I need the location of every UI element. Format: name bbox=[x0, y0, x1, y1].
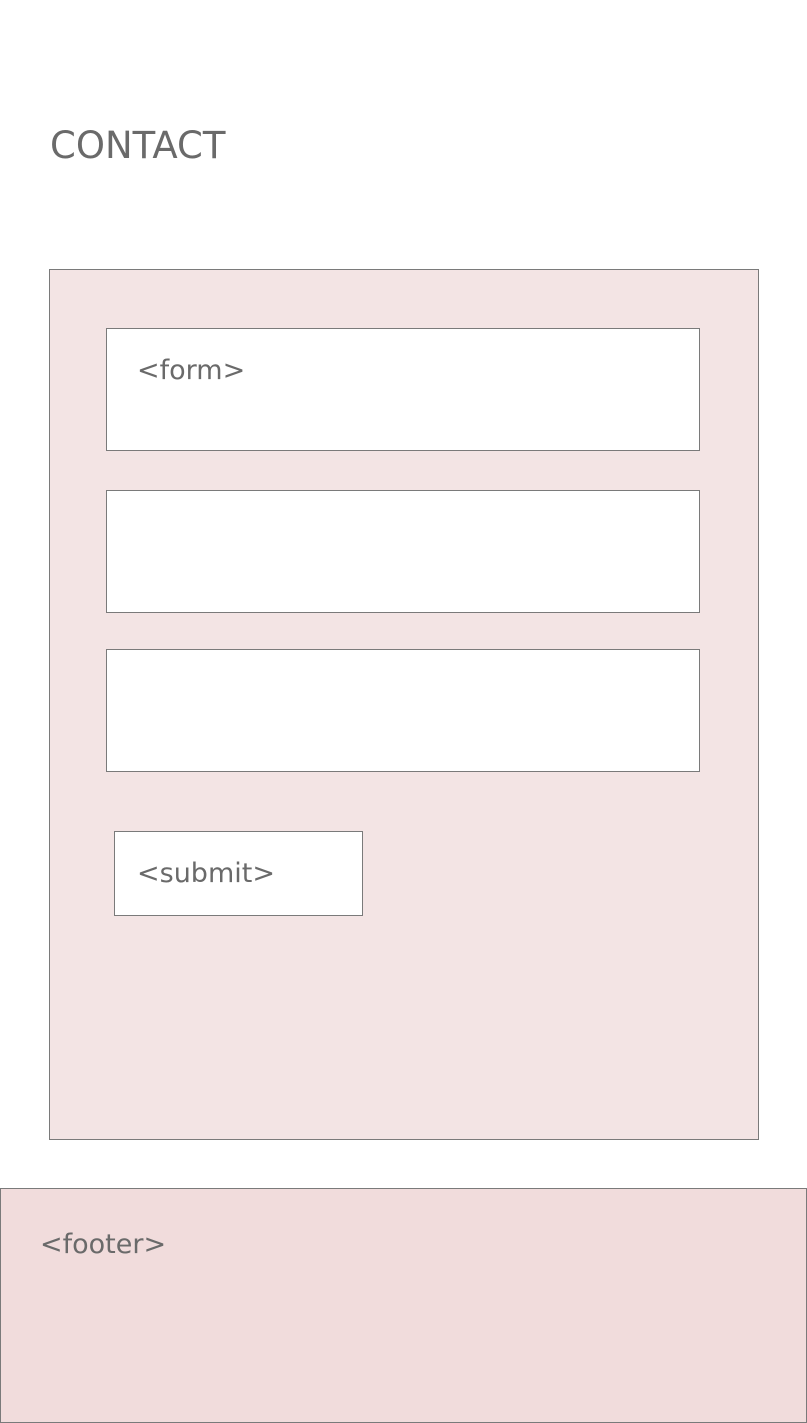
footer-label: <footer> bbox=[40, 1229, 167, 1260]
form-field-1[interactable]: <form> bbox=[106, 328, 700, 451]
form-field-2[interactable] bbox=[106, 490, 700, 613]
page-title: CONTACT bbox=[50, 124, 226, 167]
contact-form-panel: <form> <submit> bbox=[49, 269, 759, 1140]
form-field-label: <form> bbox=[137, 355, 246, 386]
submit-button[interactable]: <submit> bbox=[114, 831, 363, 916]
contact-page: CONTACT <form> <submit> <footer> bbox=[0, 0, 807, 1423]
form-field-3[interactable] bbox=[106, 649, 700, 772]
footer: <footer> bbox=[0, 1188, 807, 1423]
